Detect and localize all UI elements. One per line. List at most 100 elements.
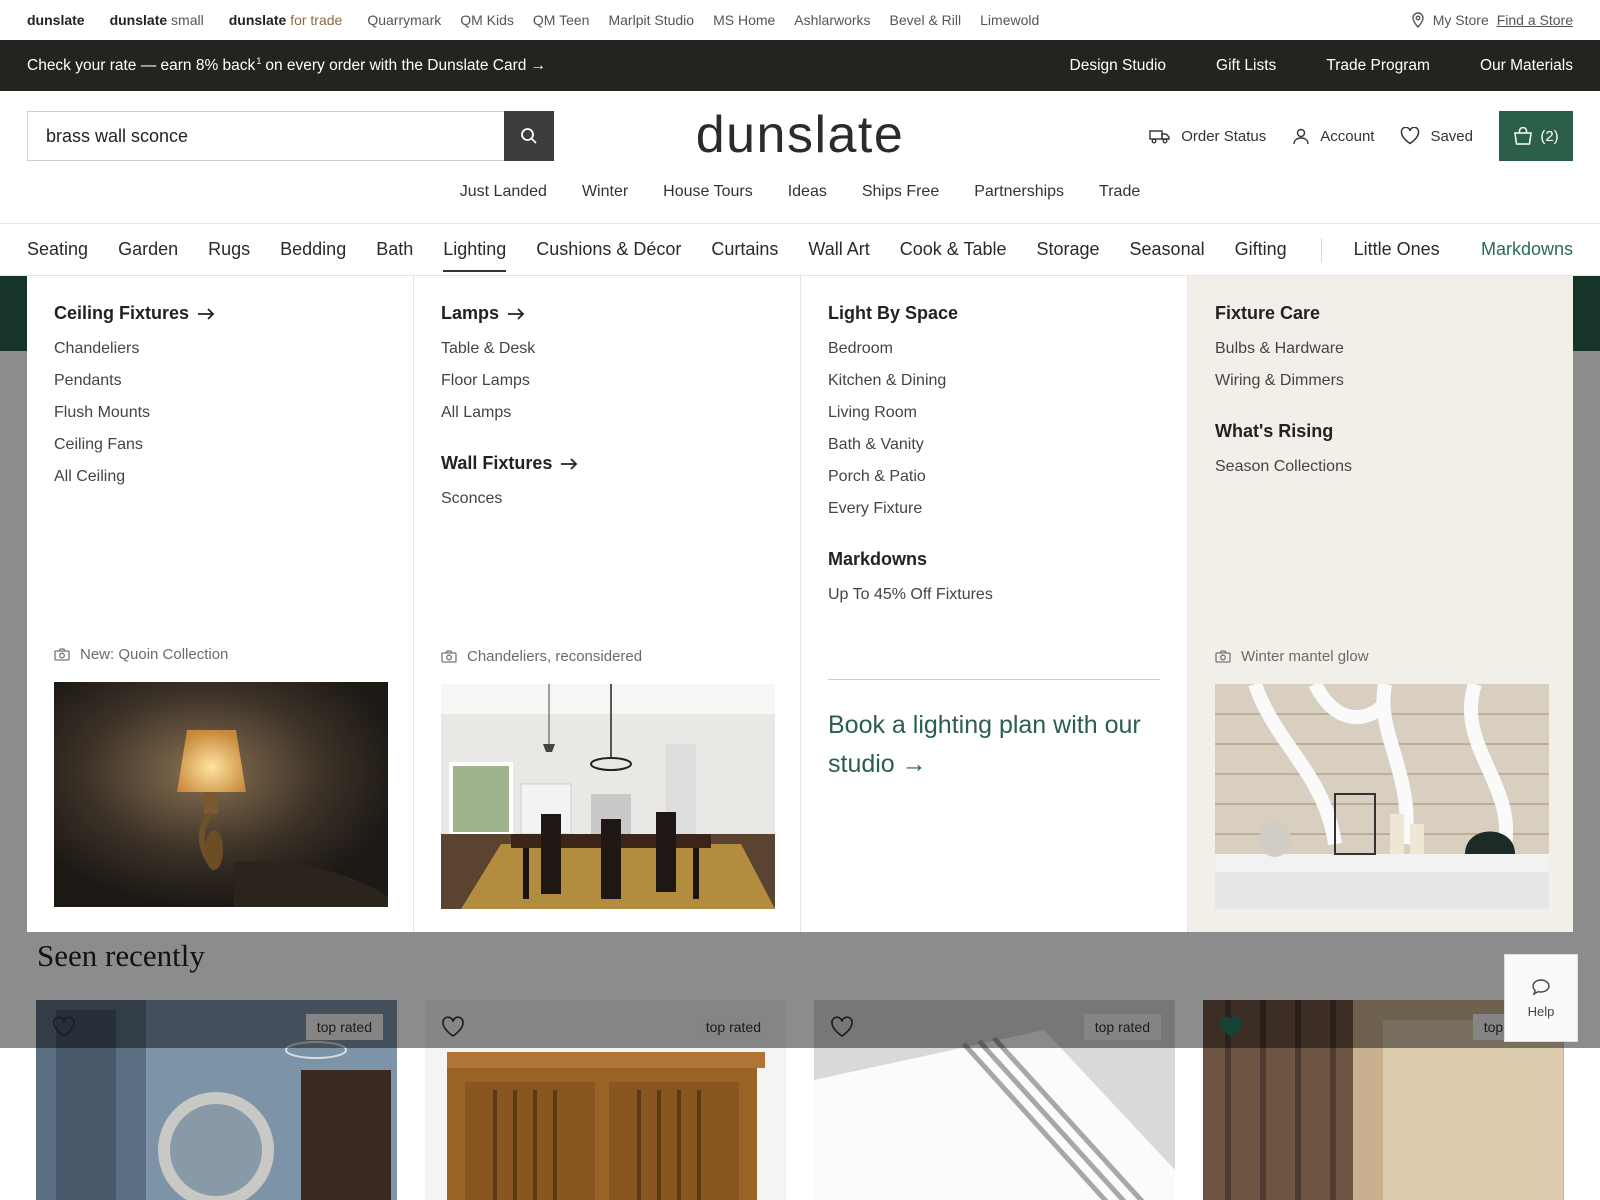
sub-nav: Just Landed Winter House Tours Ideas Shi… [0,183,1600,201]
menu-link-all-lamps[interactable]: All Lamps [441,397,800,429]
menu-link-floor-lamps[interactable]: Floor Lamps [441,365,800,397]
store-locator: My Store Find a Store [1411,12,1573,28]
category-bedding[interactable]: Bedding [280,224,346,276]
menu-link-living-room[interactable]: Living Room [828,397,1187,429]
feature-image-sconce[interactable] [54,682,388,907]
menu-link-kitchen-dining[interactable]: Kitchen & Dining [828,365,1187,397]
brand-dunslate-trade[interactable]: dunslate for trade [229,12,343,28]
category-little-ones[interactable]: Little Ones [1354,224,1440,276]
category-storage[interactable]: Storage [1036,224,1099,276]
sister-brand-link[interactable]: Bevel & Rill [890,12,962,28]
user-icon [1293,128,1309,145]
menu-link-pendants[interactable]: Pendants [54,365,413,397]
account-link[interactable]: Account [1292,127,1374,145]
lamps-heading[interactable]: Lamps [441,303,800,324]
feature-caption[interactable]: Winter mantel glow [1215,648,1369,665]
column-divider [828,679,1160,680]
ceiling-fixtures-heading[interactable]: Ceiling Fixtures [54,303,413,324]
category-nav: Seating Garden Rugs Bedding Bath Lightin… [0,224,1600,276]
feature-caption[interactable]: New: Quoin Collection [54,646,228,663]
sister-brand-link[interactable]: Ashlarworks [794,12,870,28]
markdowns-heading[interactable]: Markdowns [828,549,1187,570]
help-button[interactable]: Help [1504,954,1578,1042]
category-cook-table[interactable]: Cook & Table [900,224,1007,276]
menu-link-all-ceiling[interactable]: All Ceiling [54,461,413,493]
menu-link-ceiling-fans[interactable]: Ceiling Fans [54,429,413,461]
order-status-label: Order Status [1181,127,1267,145]
sister-brand-link[interactable]: QM Kids [460,12,514,28]
feature-image-mantel[interactable] [1215,684,1549,909]
saved-label: Saved [1430,127,1473,145]
feature-caption[interactable]: Chandeliers, reconsidered [441,648,642,665]
account-label: Account [1320,127,1375,145]
menu-column-ceiling: Ceiling Fixtures Chandeliers Pendants Fl… [27,276,414,932]
footnote-marker: 1 [256,55,262,66]
category-seasonal[interactable]: Seasonal [1130,224,1205,276]
menu-link-bath-vanity[interactable]: Bath & Vanity [828,429,1187,461]
category-markdowns[interactable]: Markdowns [1481,224,1573,276]
category-lighting[interactable]: Lighting [443,224,507,276]
promo-bar: Check your rate — earn 8% back1 on every … [0,40,1600,91]
promo-link-design-studio[interactable]: Design Studio [1070,57,1167,75]
sister-brand-link[interactable]: Marlpit Studio [608,12,694,28]
light-by-space-heading[interactable]: Light By Space [828,303,1187,324]
menu-link-sconces[interactable]: Sconces [441,483,800,515]
subnav-item[interactable]: Partnerships [974,183,1064,201]
brand-dunslate[interactable]: dunslate [27,12,85,28]
sister-brand-link[interactable]: Quarrymark [367,12,441,28]
menu-link-bedroom[interactable]: Bedroom [828,333,1187,365]
card-promo-link[interactable]: Check your rate — earn 8% back1 on every … [27,56,546,75]
brand-bar: dunslate dunslate small dunslate for tra… [0,0,1600,40]
camera-icon [1215,650,1231,663]
order-status-link[interactable]: Order Status [1149,128,1266,145]
book-lighting-plan-link[interactable]: Book a lighting plan with our studio → [828,706,1148,784]
subnav-item[interactable]: Ships Free [862,183,939,201]
arrow-right-icon [508,307,525,320]
promo-link-trade-program[interactable]: Trade Program [1326,57,1430,75]
feature-image-dining-room[interactable] [441,684,775,909]
nav-divider [1320,237,1322,262]
promo-link-gift-lists[interactable]: Gift Lists [1216,57,1276,75]
find-store-link[interactable]: Find a Store [1497,12,1573,28]
category-garden[interactable]: Garden [118,224,178,276]
menu-link-every-fixture[interactable]: Every Fixture [828,493,1187,525]
promo-link-our-materials[interactable]: Our Materials [1480,57,1573,75]
category-gifting[interactable]: Gifting [1235,224,1287,276]
menu-link-bulbs-hardware[interactable]: Bulbs & Hardware [1215,333,1573,365]
truck-icon [1149,130,1170,144]
category-wall-art[interactable]: Wall Art [808,224,869,276]
category-cushions-decor[interactable]: Cushions & Décor [536,224,681,276]
saved-link[interactable]: Saved [1400,127,1473,145]
category-seating[interactable]: Seating [27,224,88,276]
subnav-item[interactable]: Just Landed [460,183,547,201]
location-pin-icon [1412,12,1424,28]
whats-rising-heading[interactable]: What's Rising [1215,421,1573,442]
fixture-care-heading[interactable]: Fixture Care [1215,303,1573,324]
menu-link-flush-mounts[interactable]: Flush Mounts [54,397,413,429]
sister-brand-link[interactable]: QM Teen [533,12,590,28]
subnav-item[interactable]: House Tours [663,183,753,201]
subnav-item[interactable]: Ideas [788,183,827,201]
menu-column-by-space: Light By Space Bedroom Kitchen & Dining … [801,276,1188,932]
camera-icon [54,648,70,661]
category-bath[interactable]: Bath [376,224,413,276]
subnav-item[interactable]: Trade [1099,183,1140,201]
wall-fixtures-heading[interactable]: Wall Fixtures [441,453,800,474]
sister-brand-link[interactable]: Limewold [980,12,1039,28]
menu-link-chandeliers[interactable]: Chandeliers [54,333,413,365]
brand-dunslate-small[interactable]: dunslate small [110,12,204,28]
heart-icon [1401,127,1420,145]
menu-link-up-to-45-off[interactable]: Up To 45% Off Fixtures [828,579,1187,611]
menu-link-wiring-dimmers[interactable]: Wiring & Dimmers [1215,365,1573,397]
cart-count: (2) [1540,127,1559,145]
menu-link-season-collections[interactable]: Season Collections [1215,451,1573,483]
my-store-label: My Store [1432,12,1489,28]
category-rugs[interactable]: Rugs [208,224,250,276]
subnav-item[interactable]: Winter [582,183,628,201]
cart-button[interactable]: (2) [1499,111,1573,161]
chat-bubble-icon [1532,978,1550,996]
sister-brand-link[interactable]: MS Home [713,12,775,28]
category-curtains[interactable]: Curtains [711,224,778,276]
menu-link-table-desk[interactable]: Table & Desk [441,333,800,365]
menu-link-porch-patio[interactable]: Porch & Patio [828,461,1187,493]
